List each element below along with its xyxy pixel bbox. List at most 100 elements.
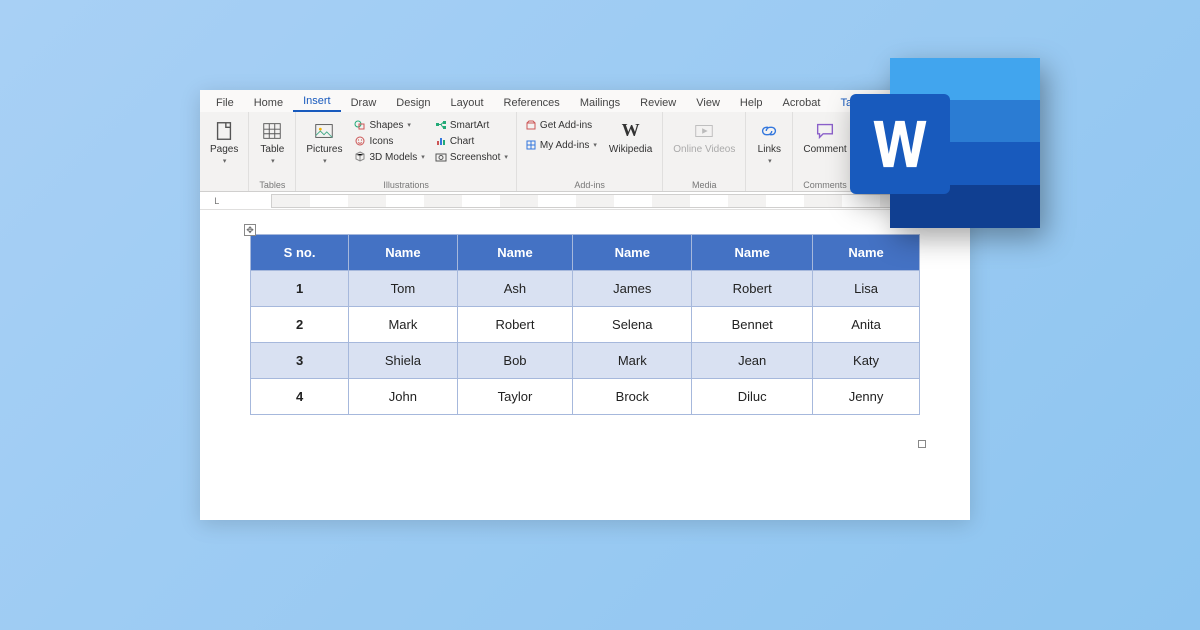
tab-mailings[interactable]: Mailings [570, 94, 630, 112]
shapes-button[interactable]: Shapes [352, 118, 426, 132]
tab-references[interactable]: References [494, 94, 570, 112]
tab-review[interactable]: Review [630, 94, 686, 112]
cell[interactable]: Diluc [692, 379, 813, 415]
word-logo-icon [850, 58, 1040, 228]
wikipedia-label: Wikipedia [609, 144, 652, 155]
my-addins-label: My Add-ins [540, 140, 589, 151]
cell[interactable]: Anita [813, 307, 920, 343]
cell[interactable]: Brock [573, 379, 692, 415]
tab-draw[interactable]: Draw [341, 94, 387, 112]
smartart-label: SmartArt [450, 120, 489, 131]
store-icon [525, 119, 537, 131]
cell[interactable]: Taylor [457, 379, 573, 415]
group-pages: Pages . [200, 112, 249, 191]
cell[interactable]: John [349, 379, 458, 415]
group-comments: Comment Comments [793, 112, 857, 191]
link-icon [758, 120, 780, 142]
data-table[interactable]: S no. Name Name Name Name Name 1 Tom Ash… [250, 234, 920, 415]
group-tables-label: Tables [255, 179, 289, 191]
table-label: Table [260, 144, 284, 155]
group-links: Links . [746, 112, 793, 191]
table-button[interactable]: Table [255, 118, 289, 167]
th-name-5[interactable]: Name [813, 235, 920, 271]
cell[interactable]: Bennet [692, 307, 813, 343]
screenshot-icon [435, 151, 447, 163]
th-name-2[interactable]: Name [457, 235, 573, 271]
word-logo-square [850, 94, 950, 194]
icons-button[interactable]: Icons [352, 134, 426, 148]
group-illustrations-label: Illustrations [302, 179, 510, 191]
cell[interactable]: James [573, 271, 692, 307]
cell[interactable]: 2 [251, 307, 349, 343]
links-button[interactable]: Links [752, 118, 786, 167]
tab-acrobat[interactable]: Acrobat [773, 94, 831, 112]
tab-insert[interactable]: Insert [293, 92, 341, 112]
links-label: Links [758, 144, 781, 155]
page-icon [213, 120, 235, 142]
group-tables: Table Tables [249, 112, 296, 191]
group-addins-label: Add-ins [523, 179, 656, 191]
pictures-label: Pictures [306, 144, 342, 155]
addins-icon [525, 139, 537, 151]
cell[interactable]: Katy [813, 343, 920, 379]
cell[interactable]: Mark [573, 343, 692, 379]
table-move-handle[interactable]: ✥ [244, 224, 256, 236]
cell[interactable]: 3 [251, 343, 349, 379]
table-icon [261, 120, 283, 142]
cell[interactable]: 1 [251, 271, 349, 307]
shapes-icon [354, 119, 366, 131]
comment-button[interactable]: Comment [799, 118, 850, 157]
get-addins-label: Get Add-ins [540, 120, 592, 131]
cell[interactable]: Tom [349, 271, 458, 307]
th-sno[interactable]: S no. [251, 235, 349, 271]
table-row: 2 Mark Robert Selena Bennet Anita [251, 307, 920, 343]
table-row: 1 Tom Ash James Robert Lisa [251, 271, 920, 307]
group-media: Online Videos Media [663, 112, 746, 191]
ruler-corner: L [200, 196, 233, 206]
document-area[interactable]: ✥ S no. Name Name Name Name Name 1 Tom A… [200, 210, 970, 520]
group-illustrations: Pictures Shapes Icons 3D Models SmartArt… [296, 112, 517, 191]
table-row: 3 Shiela Bob Mark Jean Katy [251, 343, 920, 379]
smartart-icon [435, 119, 447, 131]
tab-home[interactable]: Home [244, 94, 293, 112]
screenshot-button[interactable]: Screenshot [433, 150, 510, 164]
group-media-label: Media [669, 179, 739, 191]
cell[interactable]: Bob [457, 343, 573, 379]
tab-layout[interactable]: Layout [441, 94, 494, 112]
smartart-button[interactable]: SmartArt [433, 118, 510, 132]
tab-view[interactable]: View [686, 94, 730, 112]
cell[interactable]: Shiela [349, 343, 458, 379]
pages-label: Pages [210, 144, 238, 155]
cell[interactable]: Ash [457, 271, 573, 307]
th-name-1[interactable]: Name [349, 235, 458, 271]
table-resize-handle[interactable] [918, 440, 926, 448]
th-name-3[interactable]: Name [573, 235, 692, 271]
cell[interactable]: Robert [692, 271, 813, 307]
icons-icon [354, 135, 366, 147]
cell[interactable]: Robert [457, 307, 573, 343]
tab-help[interactable]: Help [730, 94, 773, 112]
table-header-row: S no. Name Name Name Name Name [251, 235, 920, 271]
cell[interactable]: 4 [251, 379, 349, 415]
cell[interactable]: Lisa [813, 271, 920, 307]
tab-design[interactable]: Design [386, 94, 440, 112]
group-addins: Get Add-ins My Add-ins W Wikipedia Add-i… [517, 112, 663, 191]
th-name-4[interactable]: Name [692, 235, 813, 271]
online-videos-button[interactable]: Online Videos [669, 118, 739, 157]
cell[interactable]: Mark [349, 307, 458, 343]
cell[interactable]: Jenny [813, 379, 920, 415]
cell[interactable]: Selena [573, 307, 692, 343]
pages-button[interactable]: Pages [206, 118, 242, 167]
comment-label: Comment [803, 144, 846, 155]
icons-label: Icons [369, 136, 393, 147]
cell[interactable]: Jean [692, 343, 813, 379]
pictures-button[interactable]: Pictures [302, 118, 346, 167]
wikipedia-button[interactable]: W Wikipedia [605, 118, 656, 157]
models-button[interactable]: 3D Models [352, 150, 426, 164]
comment-icon [814, 120, 836, 142]
chart-button[interactable]: Chart [433, 134, 510, 148]
my-addins-button[interactable]: My Add-ins [523, 138, 599, 152]
tab-file[interactable]: File [206, 94, 244, 112]
chart-icon [435, 135, 447, 147]
get-addins-button[interactable]: Get Add-ins [523, 118, 599, 132]
